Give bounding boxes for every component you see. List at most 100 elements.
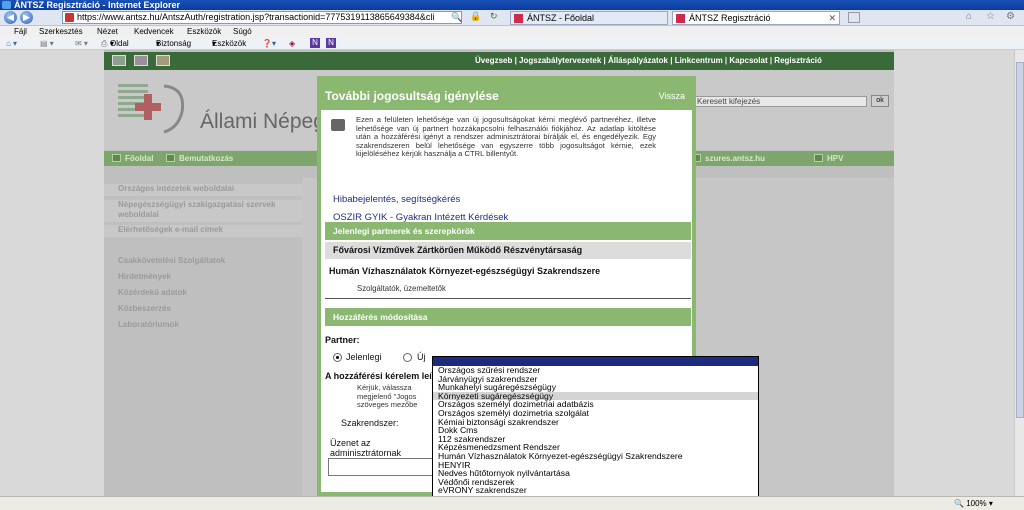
gear-icon[interactable]: ⚙ — [1006, 11, 1015, 22]
dropdown-options: Országos szűrési rendszer Járványügyi sza… — [433, 366, 758, 501]
home-icon[interactable]: ⌂ — [966, 11, 972, 22]
system-name: Humán Vízhasználatok Környezet-egészségü… — [329, 266, 601, 276]
tab-label: ÁNTSZ - Főoldal — [527, 13, 595, 23]
radio-current-partner[interactable] — [333, 353, 342, 362]
side-item[interactable]: Országos intézetek weboldalai — [104, 184, 302, 196]
help-link[interactable]: Hibabejelentés, segítségkérés — [333, 194, 460, 205]
home-lang-icon[interactable] — [112, 55, 126, 66]
research-icon[interactable]: N — [326, 38, 336, 48]
window-title-bar: ÁNTSZ Regisztráció - Internet Explorer — [0, 0, 1024, 10]
page-scrollbar[interactable] — [1014, 50, 1024, 496]
page-menu[interactable]: Oldal ▾ — [110, 37, 129, 50]
radio-current-label: Jelenlegi — [346, 352, 382, 362]
forward-icon[interactable]: ▶ — [20, 11, 33, 24]
tab-regisztracio[interactable]: ÁNTSZ Regisztráció ✕ — [672, 11, 840, 25]
message-textarea[interactable] — [328, 458, 440, 476]
menu-help[interactable]: Súgó — [233, 26, 252, 37]
radio-new-partner[interactable] — [403, 353, 412, 362]
divider — [325, 298, 691, 299]
flag-uk-icon[interactable] — [134, 55, 148, 66]
nav-fooldal[interactable]: Főoldal — [112, 151, 153, 166]
site-search-input[interactable]: Keresett kifejezés — [692, 96, 867, 107]
nav-hpv[interactable]: HPV — [814, 151, 843, 166]
tab-label: ÁNTSZ Regisztráció — [689, 13, 771, 23]
menu-file[interactable]: Fájl — [14, 26, 27, 37]
close-tab-icon[interactable]: ✕ — [828, 12, 836, 25]
dialog-title: További jogosultság igénylése — [325, 89, 499, 103]
favorites-icon[interactable]: ☆ — [986, 11, 995, 22]
safety-menu-label: Biztonság — [156, 39, 192, 48]
search-icon[interactable]: 🔍 — [451, 12, 462, 23]
new-tab-button[interactable] — [848, 12, 860, 23]
side-item[interactable]: Hirdetmények — [104, 272, 302, 282]
mail-icon[interactable]: ✉ ▾ — [75, 37, 88, 50]
info-text: Ezen a felületen lehetősége van új jogos… — [356, 115, 656, 159]
ie-icon — [2, 1, 11, 9]
nav-label: szures.antsz.hu — [705, 154, 766, 163]
feeds-icon[interactable]: ▤ ▾ — [40, 37, 54, 50]
back-icon[interactable]: ◀ — [4, 11, 17, 24]
address-bar[interactable]: https://www.antsz.hu/AntszAuth/registrat… — [62, 11, 462, 24]
dropdown-option[interactable]: Kémiai biztonsági szakrendszer — [433, 417, 758, 427]
safety-menu[interactable]: Biztonság ▾ — [156, 37, 191, 50]
partner-name: Fővárosi Vízművek Zártkörűen Működő Rész… — [325, 242, 691, 259]
nav-label: Főoldal — [125, 154, 154, 163]
system-label: Szakrendszer: — [341, 418, 399, 428]
menu-edit[interactable]: Szerkesztés — [39, 26, 83, 37]
message-label-line1: Üzenet az — [330, 438, 371, 448]
nav-bemutatkozas[interactable]: Bemutatkozás — [166, 151, 233, 166]
tab-favicon-icon — [676, 14, 685, 23]
role-text: Szolgáltatók, üzemeltetők — [357, 284, 446, 293]
section-modify-access: Hozzáférés módosítása — [325, 308, 691, 326]
print-icon[interactable]: ⎙ — [101, 37, 107, 50]
menu-bar: Fájl Szerkesztés Nézet Kedvencek Eszközö… — [0, 26, 1024, 37]
command-bar: ⌂ ▾ ▤ ▾ ✉ ▾ ⎙ Oldal ▾ Biztonság ▾ Eszköz… — [0, 37, 1024, 50]
side-item[interactable]: Laboratóriumok — [104, 320, 302, 330]
menu-tools[interactable]: Eszközök — [187, 26, 221, 37]
site-top-bar: Üvegzseb | Jogszabálytervezetek | Állásp… — [104, 52, 894, 70]
tab-favicon-icon — [514, 14, 523, 23]
side-item[interactable]: Népegészségügyi szakigazgatási szervek w… — [104, 200, 302, 222]
scrollbar-thumb[interactable] — [1016, 62, 1024, 418]
status-bar: 🔍 100% ▾ — [0, 496, 1024, 510]
partner-label: Partner: — [325, 335, 360, 345]
side-item[interactable]: Közérdekű adatok — [104, 288, 302, 298]
info-speech-icon — [331, 119, 345, 131]
flag-accessibility-icon[interactable] — [156, 55, 170, 66]
zoom-control[interactable]: 🔍 100% ▾ — [954, 497, 993, 510]
radio-new-label: Új — [417, 352, 426, 362]
dialog-header: További jogosultság igénylése Vissza — [321, 80, 692, 110]
antsz-logo-icon — [114, 78, 194, 138]
side-item[interactable]: Csakkövetelési Szolgáltatok — [104, 256, 302, 266]
side-item[interactable]: Elérhetőségek e-mail címek — [104, 225, 302, 237]
tools-menu[interactable]: Eszközök ▾ — [212, 37, 246, 50]
zoom-level: 100% — [966, 499, 987, 508]
tab-fooldal[interactable]: ÁNTSZ - Főoldal — [510, 11, 668, 25]
site-search-button[interactable]: ok — [871, 95, 889, 107]
nav-label: Bemutatkozás — [179, 154, 234, 163]
address-row: ◀ ▶ https://www.antsz.hu/AntszAuth/regis… — [0, 10, 1024, 26]
system-select-dropdown[interactable]: Országos szűrési rendszer Járványügyi sza… — [432, 356, 759, 502]
dropdown-option[interactable]: Humán Vízhasználatok Környezet-egészségü… — [433, 452, 758, 461]
refresh-icon[interactable]: ↻ — [490, 11, 498, 22]
menu-favorites[interactable]: Kedvencek — [134, 26, 174, 37]
site-side-nav: Országos intézetek weboldalai Népegészsé… — [104, 178, 302, 478]
menu-view[interactable]: Nézet — [97, 26, 118, 37]
back-link[interactable]: Vissza — [659, 91, 685, 101]
home-icon[interactable]: ⌂ ▾ — [6, 37, 17, 50]
site-favicon-icon — [65, 13, 74, 22]
window-title: ÁNTSZ Regisztráció - Internet Explorer — [14, 0, 181, 10]
help-line: szöveges mezőbe — [357, 400, 418, 409]
lock-icon[interactable]: 🔒 — [470, 11, 481, 22]
nav-label: HPV — [827, 154, 844, 163]
url-text: https://www.antsz.hu/AntszAuth/registrat… — [77, 12, 435, 22]
side-item[interactable]: Közbeszerzés — [104, 304, 302, 314]
help-icon[interactable]: ❓▾ — [262, 37, 276, 50]
help-text: Kérjük, válassza megjelenő "Jogos szöveg… — [357, 383, 418, 410]
section-current-partners: Jelenlegi partnerek és szerepkörök — [325, 222, 691, 240]
message-label-line2: adminisztrátornak — [330, 448, 402, 458]
onenote-icon[interactable]: N — [310, 38, 320, 48]
top-links[interactable]: Üvegzseb | Jogszabálytervezetek | Állásp… — [475, 56, 822, 65]
tools-menu-label: Eszközök — [212, 39, 247, 48]
addon-icon[interactable]: ◈ — [289, 37, 295, 50]
